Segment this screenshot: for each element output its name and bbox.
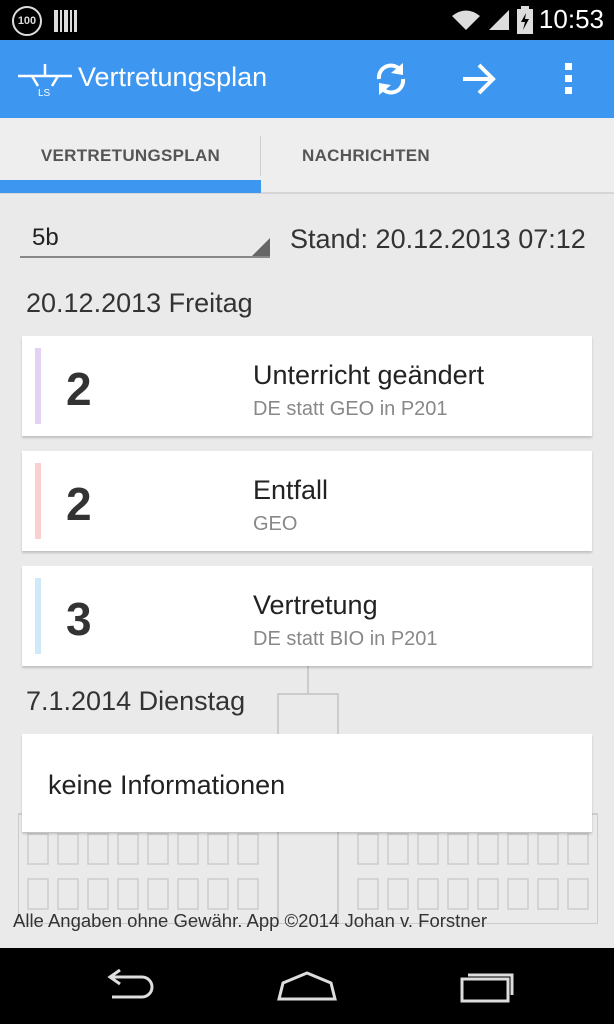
content-area[interactable]: 5b Stand: 20.12.2013 07:12 20.12.2013 Fr… [0, 194, 614, 948]
substitution-detail: GEO [253, 513, 298, 535]
battery-charging-icon [516, 5, 533, 34]
action-bar: LS Vertretungsplan [0, 40, 614, 118]
stand-timestamp: Stand: 20.12.2013 07:12 [290, 224, 586, 254]
navigation-bar [0, 948, 614, 1024]
logo-text: LS [38, 88, 51, 98]
empty-day-card[interactable]: keine Informationen [22, 734, 592, 832]
barcode-icon [54, 10, 77, 32]
status-bar: 100 10:53 [0, 0, 614, 40]
substitution-detail: DE statt BIO in P201 [253, 628, 438, 650]
back-button[interactable] [88, 964, 168, 1008]
app-title: Vertretungsplan [78, 62, 268, 92]
arrow-forward-icon [463, 63, 496, 95]
substitution-type: Unterricht geändert [253, 360, 485, 390]
substitution-card[interactable]: 2 Unterricht geändert DE statt GEO in P2… [22, 336, 592, 436]
type-color-stripe [35, 463, 41, 539]
recent-apps-icon [460, 973, 514, 1003]
substitution-type: Entfall [253, 475, 329, 505]
tab-indicator [0, 180, 261, 193]
substitution-card[interactable]: 3 Vertretung DE statt BIO in P201 [22, 566, 592, 666]
overflow-menu-button[interactable] [546, 56, 592, 102]
substitution-card[interactable]: 2 Entfall GEO [22, 451, 592, 551]
recent-apps-button[interactable] [448, 964, 528, 1008]
day-header: 20.12.2013 Freitag [26, 288, 253, 318]
lesson-hour: 2 [66, 363, 92, 415]
refresh-button[interactable] [368, 56, 414, 102]
lesson-hour: 3 [66, 593, 92, 645]
substitution-type: Vertretung [253, 590, 378, 620]
app-logo-icon[interactable]: LS [18, 62, 72, 98]
forward-button[interactable] [456, 56, 502, 102]
lesson-hour: 2 [66, 478, 92, 530]
substitution-detail: DE statt GEO in P201 [253, 398, 448, 420]
back-icon [107, 969, 154, 999]
tab-nachrichten[interactable]: NACHRICHTEN [261, 118, 471, 194]
type-color-stripe [35, 348, 41, 424]
wifi-icon [451, 10, 480, 30]
home-icon [277, 971, 337, 1001]
disclaimer-footer: Alle Angaben ohne Gewähr. App ©2014 Joha… [13, 910, 488, 931]
overflow-menu-icon [565, 63, 572, 94]
class-selector-value: 5b [32, 224, 59, 251]
day-header: 7.1.2014 Dienstag [26, 686, 246, 716]
no-information-text: keine Informationen [48, 770, 286, 800]
notification-100-icon: 100 [12, 6, 42, 36]
clock: 10:53 [538, 4, 604, 34]
dropdown-arrow-icon [252, 238, 270, 256]
home-button[interactable] [267, 964, 347, 1008]
refresh-icon [376, 63, 406, 95]
class-selector[interactable]: 5b [20, 216, 270, 258]
type-color-stripe [35, 578, 41, 654]
signal-icon [488, 9, 509, 30]
